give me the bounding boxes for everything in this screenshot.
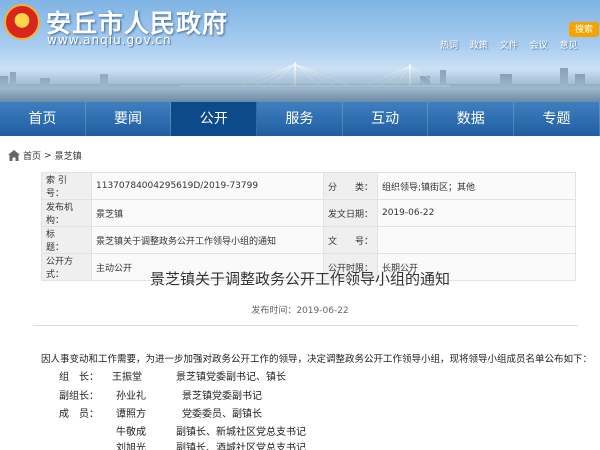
nav-data[interactable]: 数据: [428, 102, 515, 136]
top-link-file[interactable]: 文件: [500, 41, 518, 51]
member-role: 副组长：: [59, 391, 99, 402]
nav-topics[interactable]: 专题: [514, 102, 600, 136]
nav-home[interactable]: 首页: [0, 102, 86, 136]
table-row: 索 引 号： 11370784004295619D/2019-73799 分 类…: [41, 172, 576, 200]
top-link-hot[interactable]: 热词: [440, 41, 458, 51]
member-name: 刘旭光: [116, 443, 146, 450]
nav-services[interactable]: 服务: [257, 102, 343, 136]
member-title: 副镇长、酒城社区党总支书记: [176, 443, 306, 450]
member-role: 成 员：: [59, 409, 99, 420]
nav-news[interactable]: 要闻: [86, 102, 172, 136]
breadcrumb-separator: >: [44, 150, 52, 161]
top-link-policy[interactable]: 政策: [470, 41, 488, 51]
docno-value: [377, 226, 576, 254]
top-link-meeting[interactable]: 会议: [530, 41, 548, 51]
index-label: 索 引 号：: [41, 172, 92, 200]
index-value: 11370784004295619D/2019-73799: [91, 172, 324, 200]
date-value: 2019-06-22: [377, 199, 576, 227]
top-links: 热词 政策 文件 会议 意见: [440, 38, 587, 51]
table-row: 发布机构： 景芝镇 发文日期： 2019-06-22: [41, 199, 576, 227]
home-icon: [8, 150, 20, 161]
member-name: 王振堂: [112, 372, 142, 383]
divider: [33, 325, 578, 326]
title-label: 标 题：: [41, 226, 92, 254]
publisher-value: 景芝镇: [91, 199, 324, 227]
publisher-label: 发布机构：: [41, 199, 92, 227]
category-value: 组织领导;镇街区；其他: [377, 172, 576, 200]
site-url: www.anqiu.gov.cn: [47, 33, 172, 47]
nav-disclosure[interactable]: 公开: [171, 102, 258, 136]
breadcrumb: 首页 > 景芝镇: [8, 149, 82, 162]
national-emblem-icon: ★: [4, 4, 40, 40]
table-row: 标 题： 景芝镇关于调整政务公开工作领导小组的通知 文 号：: [41, 226, 576, 254]
member-title: 副镇长、新城社区党总支书记: [176, 427, 306, 438]
main-nav: 首页 要闻 公开 服务 互动 数据 专题: [0, 102, 600, 136]
member-name: 牛敬成: [116, 427, 146, 438]
member-title: 景芝镇党委副书记、镇长: [176, 372, 286, 383]
breadcrumb-current-link[interactable]: 景芝镇: [55, 149, 82, 162]
date-label: 发文日期：: [323, 199, 378, 227]
member-title: 景芝镇党委副书记: [182, 391, 262, 402]
category-label: 分 类：: [323, 172, 378, 200]
search-button[interactable]: 搜索: [569, 22, 599, 37]
member-role: 组 长：: [59, 372, 99, 383]
document-info-table: 索 引 号： 11370784004295619D/2019-73799 分 类…: [41, 172, 576, 281]
publish-date-value: 2019-06-22: [296, 306, 349, 316]
article-intro: 因人事变动和工作需要，为进一步加强对政务公开工作的领导，决定调整政务公开工作领导…: [41, 354, 593, 365]
nav-interaction[interactable]: 互动: [343, 102, 429, 136]
breadcrumb-home-link[interactable]: 首页: [23, 149, 41, 162]
article-title: 景芝镇关于调整政务公开工作领导小组的通知: [149, 270, 450, 288]
publish-date-label: 发布时间：: [251, 306, 297, 316]
member-name: 谭照方: [116, 409, 146, 420]
top-link-opinion[interactable]: 意见: [560, 41, 578, 51]
publish-date: 发布时间：2019-06-22: [0, 303, 600, 316]
title-value: 景芝镇关于调整政务公开工作领导小组的通知: [91, 226, 324, 254]
member-title: 党委委员、副镇长: [182, 409, 262, 420]
docno-label: 文 号：: [323, 226, 378, 254]
member-name: 孙业礼: [116, 391, 146, 402]
